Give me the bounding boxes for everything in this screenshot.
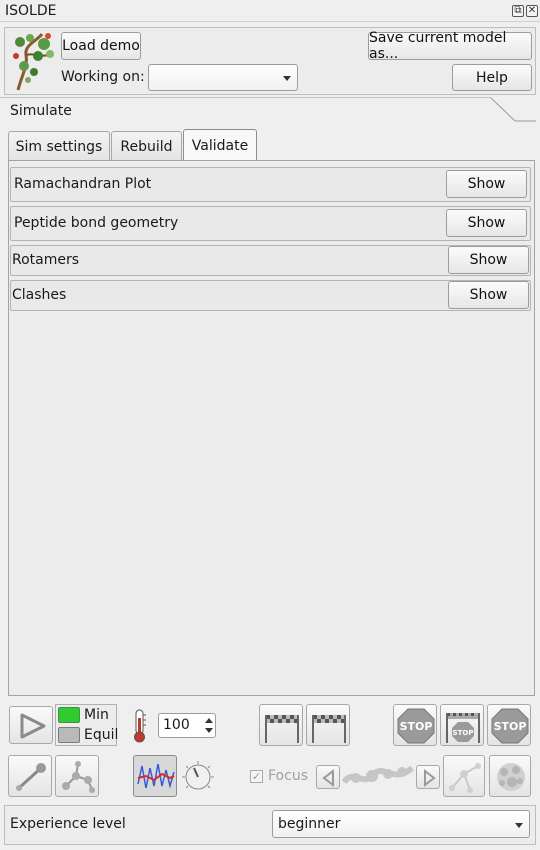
show-ramachandran-button[interactable]: Show	[446, 170, 527, 198]
select-atoms-button[interactable]	[8, 755, 52, 797]
checkered-flag-icon	[312, 715, 346, 743]
next-icon	[424, 768, 436, 788]
tab-sim-settings[interactable]: Sim settings	[8, 131, 110, 161]
temperature-value: 100	[163, 717, 190, 733]
mask-icon	[497, 763, 525, 791]
tab-rebuild[interactable]: Rebuild	[111, 131, 182, 161]
help-button[interactable]: Help	[452, 64, 532, 91]
list-item: Rotamers Show	[10, 245, 531, 276]
residue-strip-icon	[342, 765, 414, 785]
spotlight-icon	[449, 763, 481, 793]
start-simulation-button[interactable]	[9, 706, 53, 744]
section-tab-shape	[0, 97, 536, 122]
checkered-flag-icon	[265, 715, 299, 743]
list-item: Clashes Show	[10, 280, 531, 311]
window-titlebar: ISOLDE ⧉ ✕	[0, 0, 540, 22]
working-on-label: Working on:	[61, 69, 145, 85]
row-label: Ramachandran Plot	[14, 176, 152, 192]
working-on-dropdown[interactable]	[148, 64, 298, 91]
molecule-icon	[62, 761, 95, 793]
atom-select-icon	[16, 763, 46, 791]
list-item: Ramachandran Plot Show	[10, 167, 531, 202]
svg-text:STOP: STOP	[453, 729, 474, 737]
close-icon[interactable]: ✕	[526, 5, 538, 17]
stop-icon: STOP	[397, 708, 435, 744]
stop-revert-button[interactable]: STOP	[440, 704, 484, 746]
stop-discard-button[interactable]: STOP	[487, 704, 531, 746]
knob-icon[interactable]	[180, 759, 216, 795]
sim-plot-toggle-button[interactable]	[133, 755, 177, 797]
mask-button[interactable]	[489, 755, 531, 797]
stop-icon: STOP	[491, 708, 529, 744]
temperature-spinbox[interactable]: 100	[158, 713, 216, 738]
prev-icon	[322, 768, 334, 788]
prev-residue-button[interactable]	[316, 765, 340, 789]
thermometer-icon	[134, 709, 146, 743]
save-model-button[interactable]: Save current model as...	[368, 30, 532, 62]
show-rotamers-button[interactable]: Show	[448, 246, 529, 274]
show-peptide-button[interactable]: Show	[446, 209, 527, 237]
show-clashes-button[interactable]: Show	[448, 281, 529, 309]
section-title[interactable]: Simulate	[10, 103, 72, 119]
experience-level-dropdown[interactable]: beginner	[272, 810, 530, 838]
next-residue-button[interactable]	[416, 765, 440, 789]
row-label: Clashes	[12, 287, 67, 303]
spin-down-icon[interactable]	[205, 728, 213, 733]
equil-label: Equil	[84, 727, 119, 743]
store-checkpoint-button[interactable]	[259, 704, 303, 746]
svg-text:STOP: STOP	[400, 720, 433, 733]
equil-indicator[interactable]	[58, 727, 80, 743]
chevron-down-icon	[515, 823, 523, 828]
revert-checkpoint-button[interactable]	[306, 704, 350, 746]
focus-label: Focus	[268, 768, 308, 784]
float-icon[interactable]: ⧉	[512, 5, 524, 17]
row-label: Rotamers	[12, 252, 80, 268]
stop-simulation-button[interactable]: STOP	[393, 704, 437, 746]
stop-checkpoint-icon: STOP	[446, 713, 480, 743]
play-icon	[20, 713, 46, 739]
isolde-logo-icon	[13, 33, 54, 91]
min-label: Min	[84, 707, 109, 723]
svg-text:STOP: STOP	[494, 720, 527, 733]
focus-checkbox[interactable]: ✓	[250, 770, 263, 783]
list-item: Peptide bond geometry Show	[10, 206, 531, 241]
spin-up-icon[interactable]	[205, 718, 213, 723]
tab-validate[interactable]: Validate	[183, 129, 257, 161]
chevron-down-icon	[283, 76, 291, 81]
load-demo-button[interactable]: Load demo	[61, 32, 141, 60]
spotlight-button[interactable]	[443, 755, 485, 797]
select-molecule-button[interactable]	[55, 755, 99, 797]
window-title: ISOLDE	[5, 3, 57, 19]
row-label: Peptide bond geometry	[14, 215, 179, 231]
min-indicator[interactable]	[58, 707, 80, 723]
simulation-graph-icon	[137, 763, 175, 789]
experience-level-value: beginner	[278, 816, 341, 832]
experience-level-label: Experience level	[10, 816, 126, 832]
